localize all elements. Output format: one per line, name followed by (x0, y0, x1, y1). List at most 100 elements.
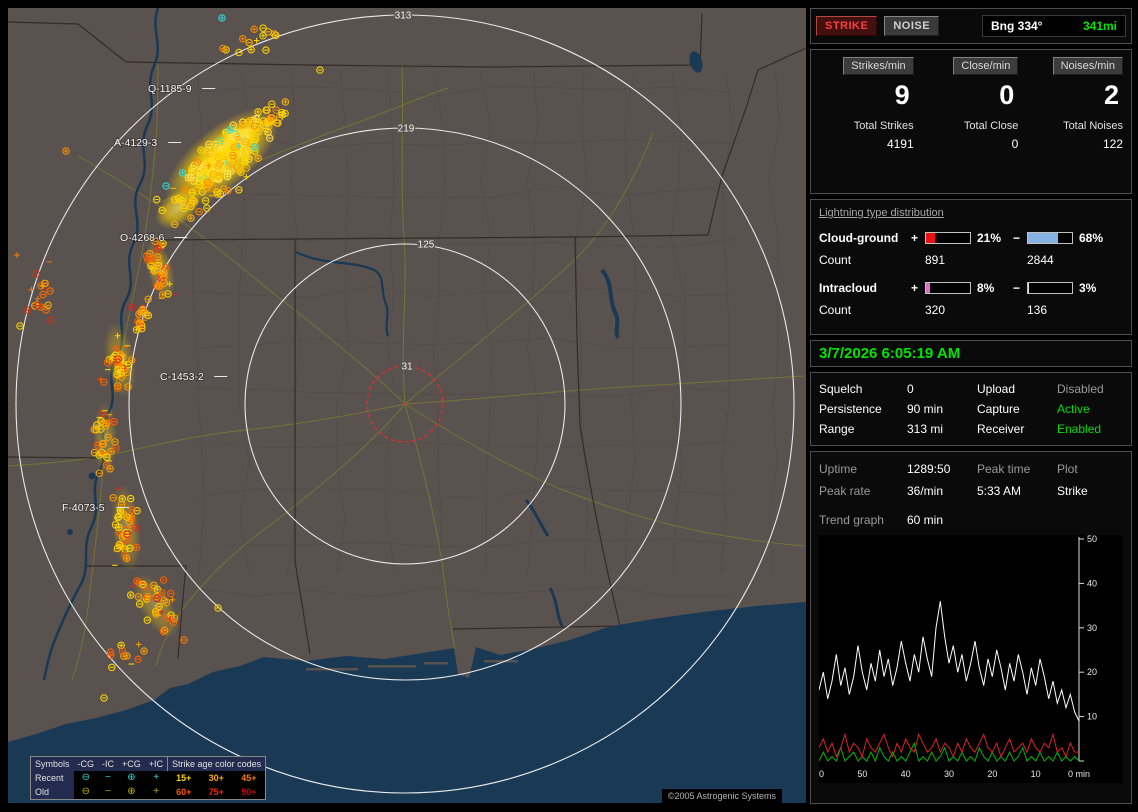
plus-sign: + (911, 231, 925, 245)
stat-value: Plot (1057, 462, 1123, 476)
legend-age-code: 60+ (168, 785, 201, 799)
svg-text:40: 40 (901, 769, 911, 779)
setting-label: Receiver (977, 422, 1057, 436)
dist-pos-count: 320 (925, 303, 1013, 317)
legend-age-code: 15+ (168, 771, 201, 785)
distribution-box: Lightning type distribution Cloud-ground… (810, 199, 1132, 335)
counter-label-button[interactable]: Strikes/min (843, 57, 913, 75)
dist-row-intracloud: Intracloud+8%− 3% (819, 277, 1123, 299)
control-panel: STRIKE NOISE Bng 334° 341mi Strikes/min 9… (810, 8, 1132, 804)
setting-persistence: Persistence90 minCaptureActive (819, 399, 1123, 419)
legend-symbol: ⊖ (74, 771, 99, 785)
stat-label: Peak time (977, 462, 1057, 476)
dist-count-row: Count8912844 (819, 249, 1123, 271)
svg-text:O-4268-6: O-4268-6 (120, 232, 165, 244)
lightning-map[interactable]: 31125219313 Q-1185-9A-4129-3O-4268-6C-14… (8, 8, 806, 803)
setting-label: Persistence (819, 402, 907, 416)
stat-value: 36/min (907, 484, 977, 498)
svg-text:30: 30 (944, 769, 954, 779)
counter-value: 2 (1104, 80, 1119, 111)
counter-label-button[interactable]: Close/min (953, 57, 1018, 75)
legend-age-code: 90+ (233, 785, 266, 799)
setting-label: Capture (977, 402, 1057, 416)
svg-text:30: 30 (1087, 623, 1097, 633)
legend-column-header: -IC (98, 757, 118, 771)
stormvue-app: 31125219313 Q-1185-9A-4129-3O-4268-6C-14… (0, 0, 1138, 812)
counter-total-label: Total Noises (1063, 120, 1123, 132)
dist-neg-count: 2844 (1027, 253, 1123, 267)
setting-squelch: Squelch0UploadDisabled (819, 379, 1123, 399)
stat-value: Strike (1057, 484, 1123, 498)
svg-text:10: 10 (1087, 712, 1097, 722)
legend-column-header: +CG (118, 757, 145, 771)
svg-text:40: 40 (1087, 578, 1097, 588)
counter-total-label: Total Strikes (854, 120, 914, 132)
counter-close-min: Close/min0Total Close0 (924, 57, 1019, 186)
setting-value: 313 mi (907, 422, 977, 436)
trend-graph-label: Trend graph (819, 513, 907, 527)
trend-graph-row: Trend graph 60 min (819, 509, 1123, 531)
legend-age-title: Strike age color codes (168, 757, 266, 771)
stat-uptime: Uptime1289:50Peak timePlot (819, 458, 1123, 480)
distribution-title: Lightning type distribution (819, 207, 1123, 219)
stat-value: 1289:50 (907, 462, 977, 476)
legend-column-header: -CG (74, 757, 99, 771)
strike-button[interactable]: STRIKE (816, 16, 877, 36)
bearing-value: Bng 334° (991, 19, 1042, 33)
dist-neg-pct: 68% (1075, 231, 1123, 245)
stats-box: Uptime1289:50Peak timePlotPeak rate36/mi… (810, 451, 1132, 804)
legend-symbol: − (98, 785, 118, 799)
minus-sign: − (1013, 281, 1027, 295)
bearing-distance: 341mi (1083, 19, 1117, 33)
legend-age-code: 30+ (200, 771, 233, 785)
setting-value: 0 (907, 382, 977, 396)
dist-bar (925, 232, 971, 244)
legend-symbol: ⊖ (74, 785, 99, 799)
counter-value: 9 (895, 80, 910, 111)
plus-sign: + (911, 281, 925, 295)
dist-pos-pct: 8% (973, 281, 1013, 295)
dist-type-name: Cloud-ground (819, 231, 911, 245)
map-canvas: 31125219313 Q-1185-9A-4129-3O-4268-6C-14… (8, 8, 806, 803)
setting-label: Range (819, 422, 907, 436)
counter-label-button[interactable]: Noises/min (1053, 57, 1123, 75)
setting-label: Squelch (819, 382, 907, 396)
dist-bar (1027, 282, 1073, 294)
legend-age-code: 45+ (233, 771, 266, 785)
count-label: Count (819, 303, 911, 317)
svg-text:10: 10 (1031, 769, 1041, 779)
svg-text:20: 20 (1087, 667, 1097, 677)
setting-label: Upload (977, 382, 1057, 396)
svg-text:0 min: 0 min (1068, 769, 1090, 779)
stat-label: Peak rate (819, 484, 907, 498)
svg-text:60: 60 (819, 769, 824, 779)
datetime-box: 3/7/2026 6:05:19 AM (810, 340, 1132, 367)
svg-text:F-4073-5: F-4073-5 (62, 502, 105, 514)
dist-row-cloud-ground: Cloud-ground+21%−68% (819, 227, 1123, 249)
stat-label: 5:33 AM (977, 484, 1057, 498)
counters-box: Strikes/min 9 Total Strikes 4191 Close/min 0 T… (810, 49, 1132, 194)
svg-text:50: 50 (1087, 535, 1097, 544)
counter-strikes-min: Strikes/min 9 Total Strikes 4191 (819, 57, 914, 186)
setting-value: Active (1057, 402, 1123, 416)
stat-peak-rate: Peak rate36/min5:33 AMStrike (819, 480, 1123, 502)
counter-value: 0 (999, 80, 1014, 111)
legend-row-label: Old (31, 785, 74, 799)
dist-neg-pct: 3% (1075, 281, 1123, 295)
legend-symbol: ⊕ (118, 771, 145, 785)
svg-text:50: 50 (857, 769, 867, 779)
legend-age-code: 75+ (200, 785, 233, 799)
dist-pos-count: 891 (925, 253, 1013, 267)
noise-button[interactable]: NOISE (884, 16, 939, 36)
legend-symbols-title: Symbols (31, 757, 74, 771)
dist-bar (925, 282, 971, 294)
legend-symbol: + (145, 785, 168, 799)
counter-total-value: 122 (1103, 137, 1123, 151)
legend-symbol: − (98, 771, 118, 785)
dist-neg-count: 136 (1027, 303, 1123, 317)
minus-sign: − (1013, 231, 1027, 245)
dist-count-row: Count 320 136 (819, 299, 1123, 321)
dist-type-name: Intracloud (819, 281, 911, 295)
counter-total-value: 4191 (887, 137, 914, 151)
copyright-text: ©2005 Astrogenic Systems (662, 789, 782, 803)
